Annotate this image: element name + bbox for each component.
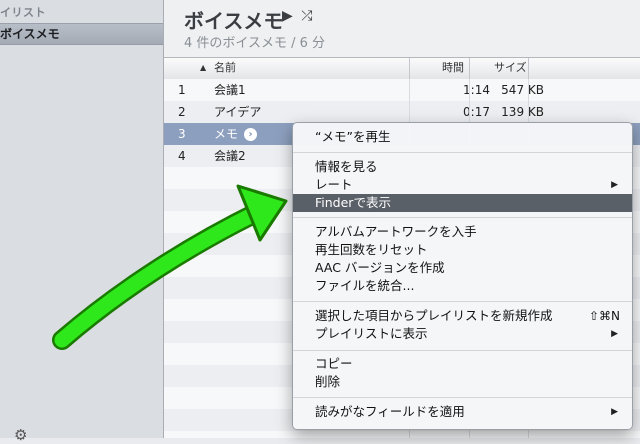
annotation-arrow-icon bbox=[52, 184, 288, 350]
